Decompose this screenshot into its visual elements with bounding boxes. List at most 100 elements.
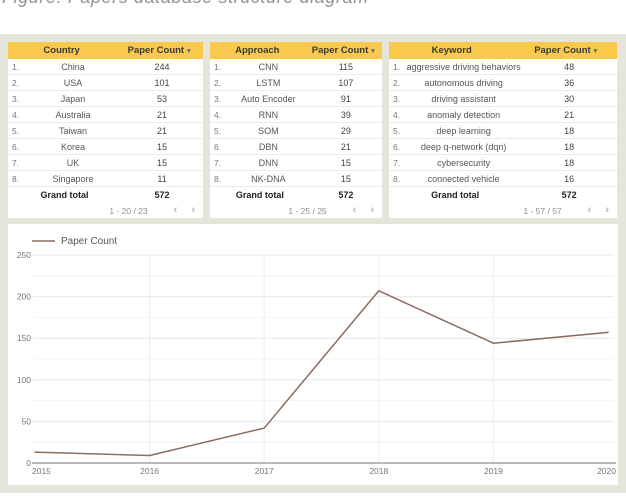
pagination-next-icon[interactable]: › (605, 205, 609, 216)
row-index: 6. (8, 142, 25, 152)
column-header-paper-count[interactable]: Paper Count▾ (514, 45, 617, 56)
row-label: Australia (25, 110, 121, 120)
row-index: 8. (389, 174, 406, 184)
row-value: 53 (121, 94, 203, 104)
chart-y-tick-label: 50 (22, 416, 32, 426)
row-label: China (25, 62, 121, 72)
row-label: cybersecurity (406, 158, 521, 168)
chart-y-tick-label: 150 (17, 333, 31, 343)
row-value: 21 (521, 110, 617, 120)
table-country: CountryPaper Count▾1.China2442.USA1013.J… (8, 42, 203, 218)
grand-total-row: Grand total572 (210, 187, 382, 203)
row-index: 2. (210, 78, 227, 88)
row-value: 15 (310, 158, 382, 168)
row-label: aggressive driving behaviors (406, 62, 521, 72)
table-header-row: ApproachPaper Count▾ (210, 42, 382, 59)
table-row: 3.Japan53 (8, 91, 203, 107)
column-header-paper-count[interactable]: Paper Count▾ (115, 45, 203, 56)
table-row: 8.connected vehicle16 (389, 171, 617, 187)
pagination-next-icon[interactable]: › (370, 205, 374, 216)
table-row: 8.Singapore11 (8, 171, 203, 187)
row-label: Singapore (25, 174, 121, 184)
table-row: 6.DBN21 (210, 139, 382, 155)
table-row: 4.Australia21 (8, 107, 203, 123)
table-row: 6.deep q-network (dqn)18 (389, 139, 617, 155)
grand-total-row: Grand total572 (8, 187, 203, 203)
row-index: 7. (8, 158, 25, 168)
row-label: LSTM (227, 78, 310, 88)
pagination-prev-icon[interactable]: ‹ (353, 205, 357, 216)
chart-y-tick-label: 200 (17, 292, 31, 302)
row-value: 29 (310, 126, 382, 136)
sort-desc-icon[interactable]: ▾ (371, 48, 375, 55)
grand-total-label: Grand total (210, 190, 310, 200)
table-row: 1.aggressive driving behaviors48 (389, 59, 617, 75)
row-value: 244 (121, 62, 203, 72)
row-index: 5. (8, 126, 25, 136)
chart-series-line (35, 291, 608, 456)
table-row: 2.USA101 (8, 75, 203, 91)
row-label: Taiwan (25, 126, 121, 136)
row-value: 39 (310, 110, 382, 120)
pagination-bar: 1 - 57 / 57‹› (389, 203, 617, 218)
chart-y-tick-label: 0 (26, 458, 31, 468)
row-index: 7. (210, 158, 227, 168)
row-index: 6. (210, 142, 227, 152)
table-row: 2.autonomous driving36 (389, 75, 617, 91)
row-index: 5. (389, 126, 406, 136)
row-value: 21 (121, 110, 203, 120)
chart-y-tick-label: 250 (17, 250, 31, 260)
row-label: UK (25, 158, 121, 168)
pagination-bar: 1 - 20 / 23‹› (8, 203, 203, 218)
table-row: 2.LSTM107 (210, 75, 382, 91)
row-value: 18 (521, 158, 617, 168)
figure-caption: Figure: Papers database structure diagra… (2, 0, 369, 8)
table-approach: ApproachPaper Count▾1.CNN1152.LSTM1073.A… (210, 42, 382, 218)
row-label: DNN (227, 158, 310, 168)
row-value: 101 (121, 78, 203, 88)
sort-desc-icon[interactable]: ▾ (187, 48, 191, 55)
table-row: 5.deep learning18 (389, 123, 617, 139)
row-label: driving assistant (406, 94, 521, 104)
row-index: 3. (389, 94, 406, 104)
dashboard-board: CountryPaper Count▾1.China2442.USA1013.J… (0, 34, 626, 493)
row-value: 21 (121, 126, 203, 136)
table-header-row: CountryPaper Count▾ (8, 42, 203, 59)
pagination-next-icon[interactable]: › (191, 205, 195, 216)
pagination-prev-icon[interactable]: ‹ (174, 205, 178, 216)
row-index: 6. (389, 142, 406, 152)
table-row: 1.China244 (8, 59, 203, 75)
row-label: SOM (227, 126, 310, 136)
table-row: 7.cybersecurity18 (389, 155, 617, 171)
row-index: 2. (389, 78, 406, 88)
row-label: Korea (25, 142, 121, 152)
column-header-paper-count[interactable]: Paper Count▾ (305, 45, 382, 56)
column-header-country[interactable]: Country (8, 45, 115, 56)
row-label: connected vehicle (406, 174, 521, 184)
pagination-prev-icon[interactable]: ‹ (588, 205, 592, 216)
grand-total-value: 572 (310, 190, 382, 200)
row-value: 15 (121, 142, 203, 152)
row-value: 115 (310, 62, 382, 72)
table-header-row: KeywordPaper Count▾ (389, 42, 617, 59)
grand-total-value: 572 (121, 190, 203, 200)
row-label: NK-DNA (227, 174, 310, 184)
row-index: 1. (8, 62, 25, 72)
sort-desc-icon[interactable]: ▾ (594, 48, 598, 55)
row-value: 36 (521, 78, 617, 88)
table-row: 5.Taiwan21 (8, 123, 203, 139)
row-value: 18 (521, 142, 617, 152)
table-row: 3.Auto Encoder91 (210, 91, 382, 107)
column-header-approach[interactable]: Approach (210, 45, 305, 56)
chart-panel: 050100150200250201520162017201820192020P… (8, 224, 618, 485)
row-index: 3. (8, 94, 25, 104)
row-label: USA (25, 78, 121, 88)
column-header-keyword[interactable]: Keyword (389, 45, 514, 56)
row-value: 11 (121, 174, 203, 184)
row-label: deep learning (406, 126, 521, 136)
table-row: 1.CNN115 (210, 59, 382, 75)
chart-x-tick-label: 2016 (140, 466, 159, 476)
legend-label: Paper Count (61, 236, 117, 247)
tables-row: CountryPaper Count▾1.China2442.USA1013.J… (8, 42, 617, 218)
row-index: 4. (8, 110, 25, 120)
